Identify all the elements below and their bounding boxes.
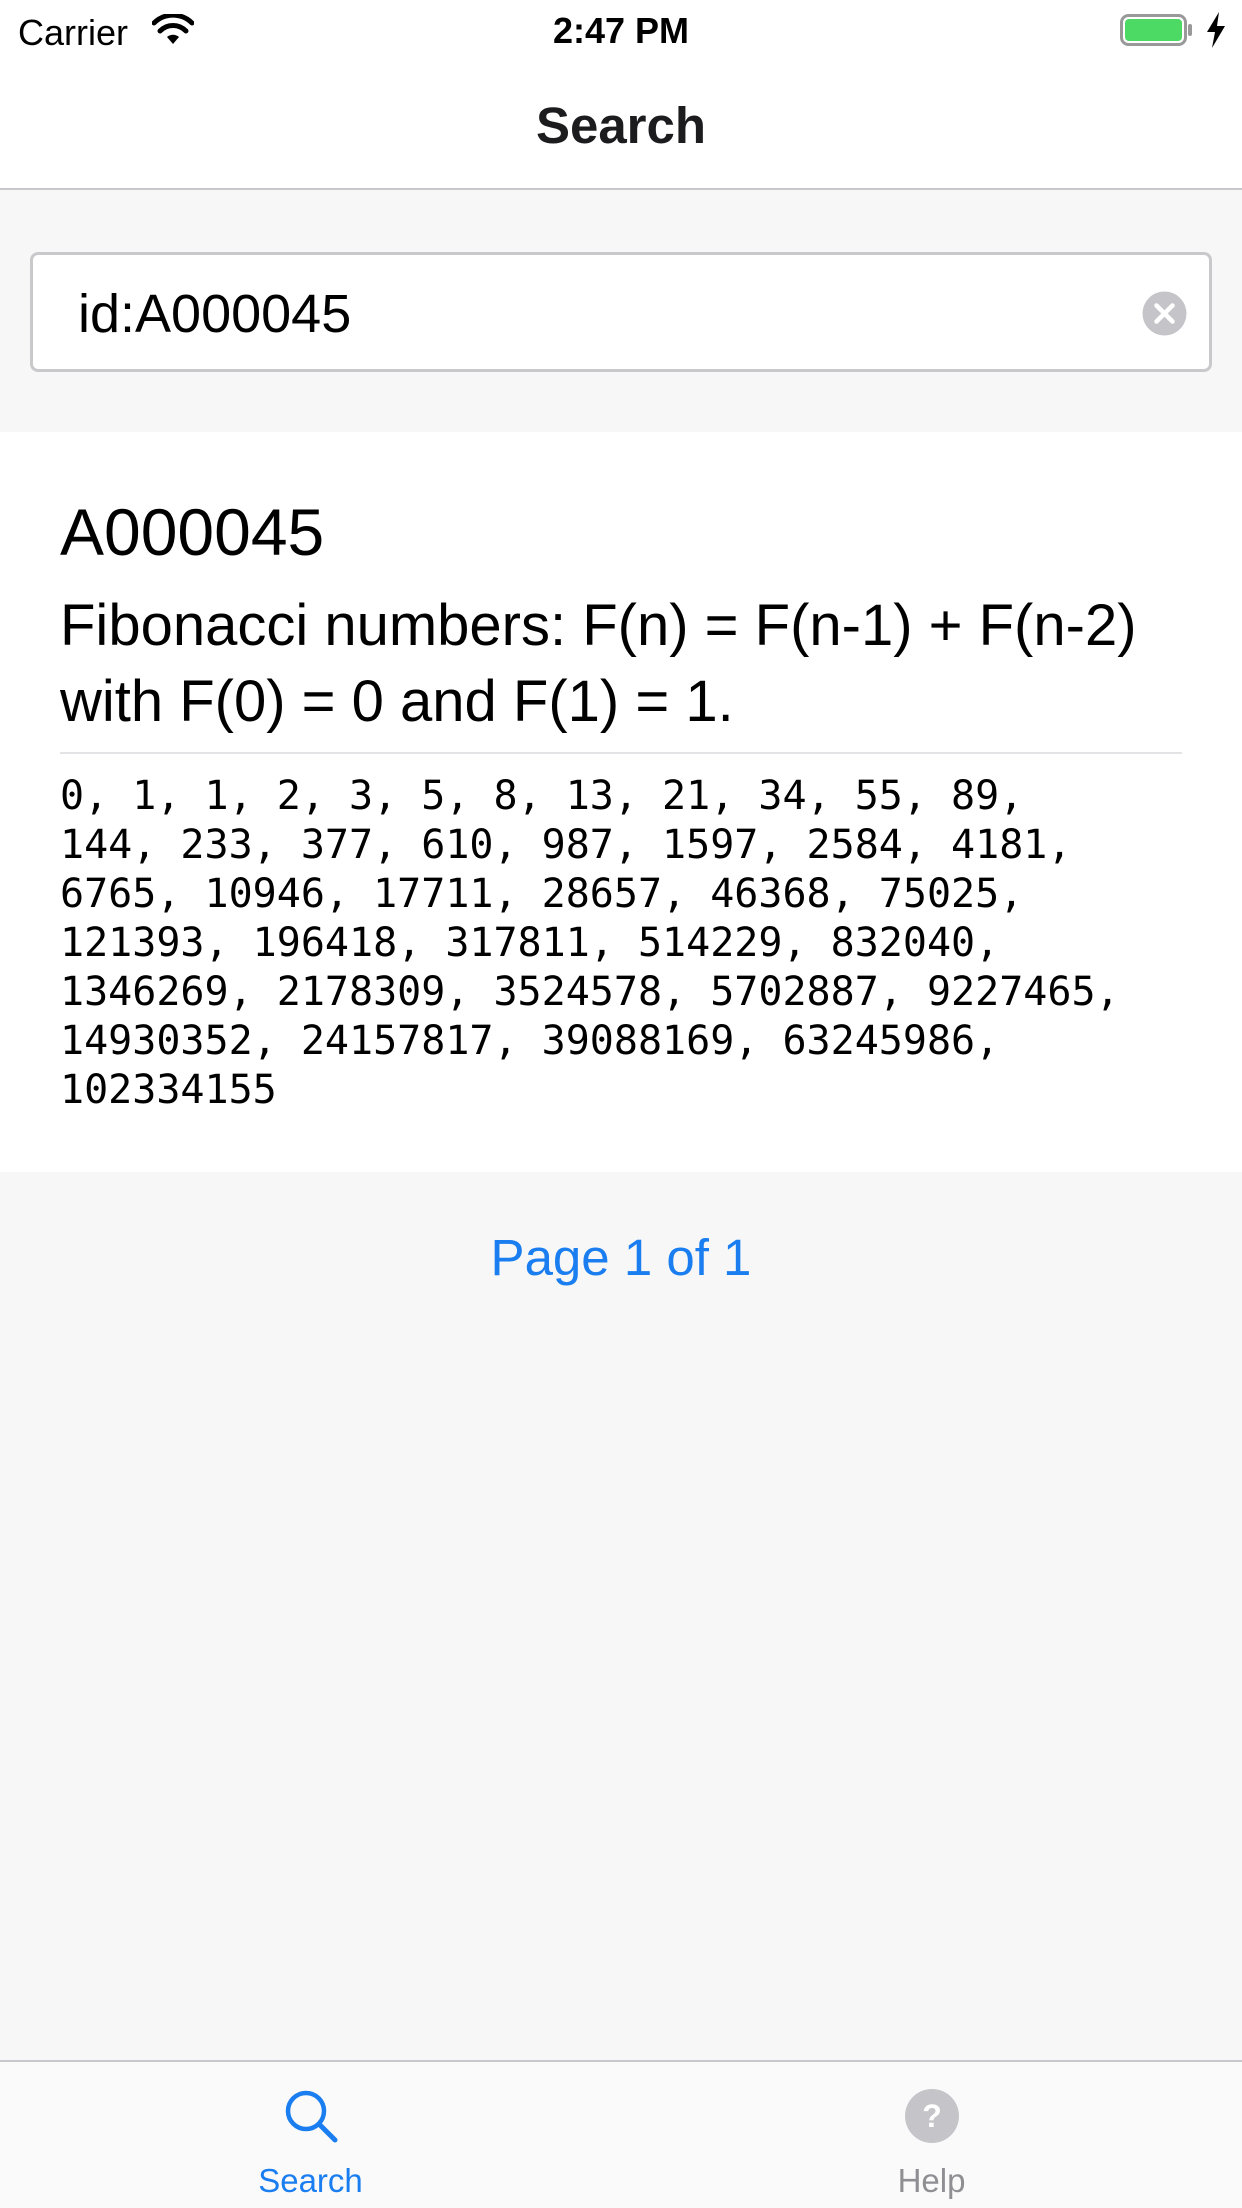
search-input-value[interactable]: id:A000045	[78, 283, 351, 345]
question-circle-icon: ?	[904, 2089, 959, 2143]
tab-search[interactable]: Search	[0, 2062, 621, 2208]
clear-search-icon[interactable]	[1142, 291, 1187, 336]
charging-bolt-icon	[1207, 12, 1225, 48]
tab-search-label: Search	[258, 2162, 363, 2199]
battery-icon	[1120, 14, 1192, 46]
sequence-terms: 0, 1, 1, 2, 3, 5, 8, 13, 21, 34, 55, 89,…	[60, 773, 1120, 1113]
status-bar: Carrier 2:47 PM	[0, 0, 1242, 60]
sequence-id: A000045	[60, 495, 325, 569]
status-time: 2:47 PM	[552, 10, 690, 51]
tab-bar: Search ? Help	[0, 2060, 1242, 2208]
navigation-bar: Search	[0, 60, 1242, 190]
sequence-name: Fibonacci numbers: F(n) = F(n-1) + F(n-2…	[60, 593, 1137, 734]
tab-help-label: Help	[897, 2162, 966, 2199]
divider	[60, 752, 1182, 754]
tab-help[interactable]: ? Help	[621, 2062, 1242, 2208]
page-title: Search	[535, 97, 707, 154]
screen: Carrier 2:47 PM Search id:A000045 A00004…	[0, 0, 1242, 2208]
result-card[interactable]: A000045 Fibonacci numbers: F(n) = F(n-1)…	[0, 432, 1242, 1172]
svg-text:?: ?	[922, 2098, 942, 2134]
search-input[interactable]: id:A000045	[30, 252, 1212, 372]
pagination-label[interactable]: Page 1 of 1	[0, 1228, 1242, 1287]
magnifier-icon	[285, 2090, 337, 2143]
